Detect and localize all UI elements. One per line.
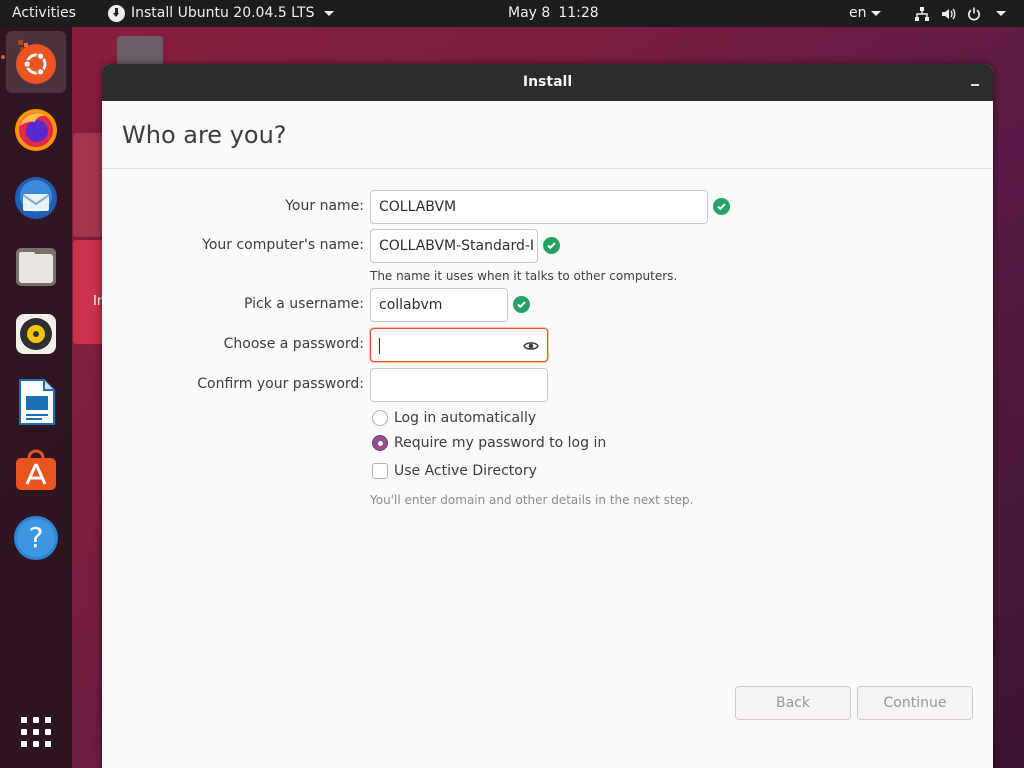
software-center-icon[interactable]: [6, 439, 66, 501]
require-password-label: Require my password to log in: [394, 435, 607, 451]
help-icon[interactable]: ?: [6, 507, 66, 569]
clock-date: May 8: [508, 5, 551, 21]
volume-icon: [942, 8, 956, 19]
chevron-down-icon: [324, 11, 335, 16]
installer-window: Install Who are you? Your name: COLLABVM…: [102, 64, 993, 768]
window-titlebar[interactable]: Install: [102, 64, 993, 101]
ubuntu-installer-icon[interactable]: [6, 31, 66, 93]
continue-button[interactable]: Continue: [857, 686, 973, 720]
libreoffice-writer-icon[interactable]: [6, 371, 66, 433]
dock: ?: [0, 27, 72, 768]
show-password-icon[interactable]: [523, 338, 539, 354]
computer-name-hint: The name it uses when it talks to other …: [370, 269, 678, 283]
name-field[interactable]: COLLABVM: [370, 190, 708, 224]
show-applications-icon[interactable]: [6, 701, 66, 763]
page-title: Who are you?: [122, 121, 287, 149]
power-icon: [968, 7, 980, 20]
active-directory-hint: You'll enter domain and other details in…: [370, 493, 694, 507]
svg-text:?: ?: [29, 521, 44, 554]
login-automatically-option[interactable]: Log in automatically: [372, 410, 536, 426]
chevron-down-icon: [996, 11, 1006, 16]
page-header: Who are you?: [102, 101, 993, 169]
password-label: Choose a password:: [223, 336, 364, 352]
desktop-home-folder-icon[interactable]: [117, 36, 163, 66]
text-cursor: [379, 338, 380, 354]
computer-name-valid-icon: [543, 237, 560, 254]
background-window: [73, 133, 103, 237]
radio-button-selected[interactable]: [372, 435, 388, 451]
radio-button[interactable]: [372, 410, 388, 426]
username-valid-icon: [513, 296, 530, 313]
files-icon[interactable]: [6, 235, 66, 297]
language-menu[interactable]: en: [849, 0, 881, 27]
checkbox[interactable]: [372, 463, 388, 479]
computer-name-label: Your computer's name:: [202, 237, 364, 253]
download-icon: [108, 5, 125, 22]
rhythmbox-icon[interactable]: [6, 303, 66, 365]
chevron-down-icon: [870, 10, 881, 16]
confirm-password-field[interactable]: [370, 368, 548, 402]
active-directory-option[interactable]: Use Active Directory: [372, 463, 537, 479]
network-icon: [915, 6, 929, 21]
window-title: Install: [522, 74, 573, 90]
thunderbird-icon[interactable]: [6, 167, 66, 229]
name-label: Your name:: [285, 198, 364, 214]
app-menu[interactable]: Install Ubuntu 20.04.5 LTS: [108, 0, 335, 27]
firefox-icon[interactable]: [6, 99, 66, 161]
require-password-option[interactable]: Require my password to log in: [372, 435, 606, 451]
clock-time: 11:28: [558, 5, 599, 21]
top-bar: Activities Install Ubuntu 20.04.5 LTS Ma…: [0, 0, 1024, 27]
minimize-icon[interactable]: [971, 84, 979, 86]
name-valid-icon: [713, 198, 730, 215]
running-indicator: [1, 55, 5, 59]
clock[interactable]: May 8 11:28: [508, 0, 599, 27]
username-label: Pick a username:: [243, 296, 364, 312]
computer-name-field[interactable]: COLLABVM-Standard-I: [370, 229, 538, 263]
language-label: en: [849, 5, 867, 21]
user-form: Your name: COLLABVM Your computer's name…: [102, 169, 993, 768]
login-automatically-label: Log in automatically: [394, 410, 537, 426]
password-field[interactable]: [370, 328, 548, 362]
app-menu-label: Install Ubuntu 20.04.5 LTS: [131, 5, 315, 21]
back-button[interactable]: Back: [735, 686, 851, 720]
active-directory-label: Use Active Directory: [394, 463, 537, 479]
background-window: In: [73, 240, 105, 344]
confirm-password-label: Confirm your password:: [197, 376, 364, 392]
system-tray[interactable]: [914, 0, 1006, 27]
username-field[interactable]: collabvm: [370, 288, 508, 322]
activities-button[interactable]: Activities: [12, 0, 76, 27]
